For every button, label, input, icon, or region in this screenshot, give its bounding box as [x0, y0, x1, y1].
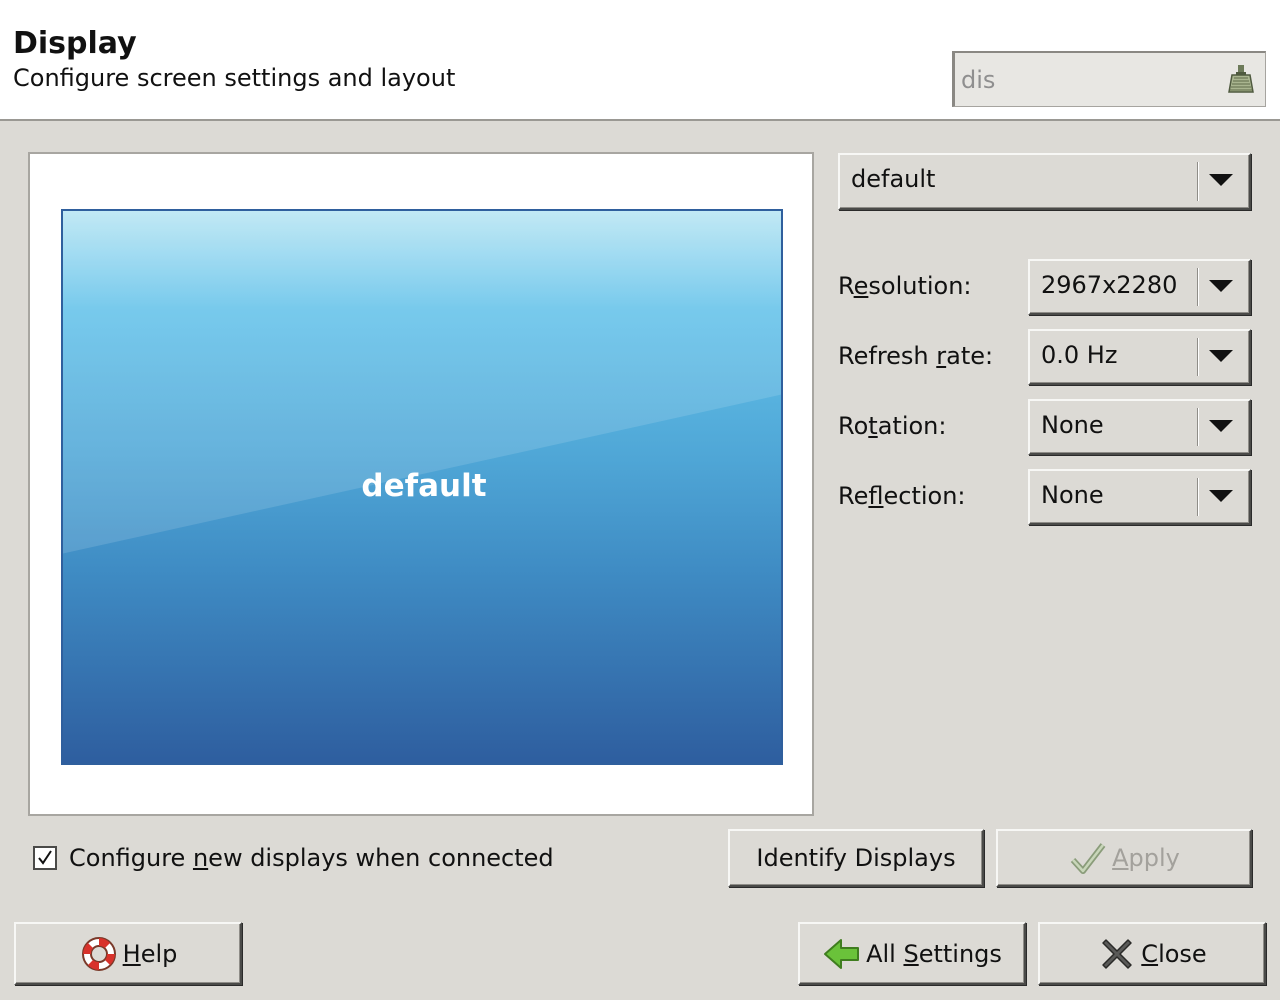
rotation-select[interactable]: None: [1028, 399, 1251, 455]
lifebuoy-icon: [81, 936, 116, 971]
search-input[interactable]: [961, 63, 1221, 97]
rotation-value: None: [1041, 411, 1104, 439]
all-settings-label: All Settings: [866, 939, 1002, 968]
refresh-rate-label: Refresh rate:: [838, 342, 994, 370]
monitor-default[interactable]: default: [61, 209, 783, 765]
combo-separator: [1197, 408, 1199, 446]
configure-new-displays-option[interactable]: Configure new displays when connected: [33, 843, 554, 873]
rotation-label: Rotation:: [838, 412, 947, 440]
output-select-value: default: [851, 165, 936, 193]
resolution-value: 2967x2280: [1041, 271, 1178, 299]
combo-separator: [1197, 162, 1199, 201]
checkmark-icon: [1070, 843, 1106, 874]
reflection-label: Reflection:: [838, 482, 966, 510]
chevron-down-icon: [1209, 490, 1233, 502]
header: Display Configure screen settings and la…: [0, 0, 1280, 121]
refresh-rate-select[interactable]: 0.0 Hz: [1028, 329, 1251, 385]
configure-new-displays-checkbox[interactable]: [33, 846, 57, 870]
configure-new-displays-label: Configure new displays when connected: [69, 844, 554, 872]
close-button[interactable]: Close: [1038, 922, 1266, 985]
page-subtitle: Configure screen settings and layout: [13, 64, 456, 92]
close-label: Close: [1141, 939, 1207, 968]
chevron-down-icon: [1209, 420, 1233, 432]
identify-displays-button[interactable]: Identify Displays: [728, 829, 984, 887]
reflection-select[interactable]: None: [1028, 469, 1251, 525]
refresh-rate-value: 0.0 Hz: [1041, 341, 1118, 369]
checkmark-icon: [38, 850, 52, 865]
identify-displays-label: Identify Displays: [756, 844, 956, 872]
broom-icon[interactable]: [1227, 63, 1255, 95]
reflection-value: None: [1041, 481, 1104, 509]
chevron-down-icon: [1209, 350, 1233, 362]
monitor-label: default: [361, 468, 487, 504]
search-box[interactable]: [952, 51, 1266, 107]
apply-button[interactable]: Apply: [996, 829, 1252, 887]
help-button[interactable]: Help: [14, 922, 242, 985]
help-label: Help: [122, 939, 178, 968]
arrow-left-icon: [824, 938, 860, 969]
all-settings-button[interactable]: All Settings: [798, 922, 1026, 985]
close-icon: [1102, 938, 1133, 969]
combo-separator: [1197, 268, 1199, 306]
output-select[interactable]: default: [838, 153, 1251, 210]
combo-separator: [1197, 338, 1199, 376]
chevron-down-icon: [1209, 280, 1233, 292]
resolution-label: Resolution:: [838, 272, 972, 300]
apply-label: Apply: [1112, 844, 1180, 872]
chevron-down-icon: [1209, 174, 1233, 186]
page-title: Display: [13, 26, 137, 61]
display-preview-area: default: [28, 152, 814, 816]
combo-separator: [1197, 478, 1199, 516]
resolution-select[interactable]: 2967x2280: [1028, 259, 1251, 315]
